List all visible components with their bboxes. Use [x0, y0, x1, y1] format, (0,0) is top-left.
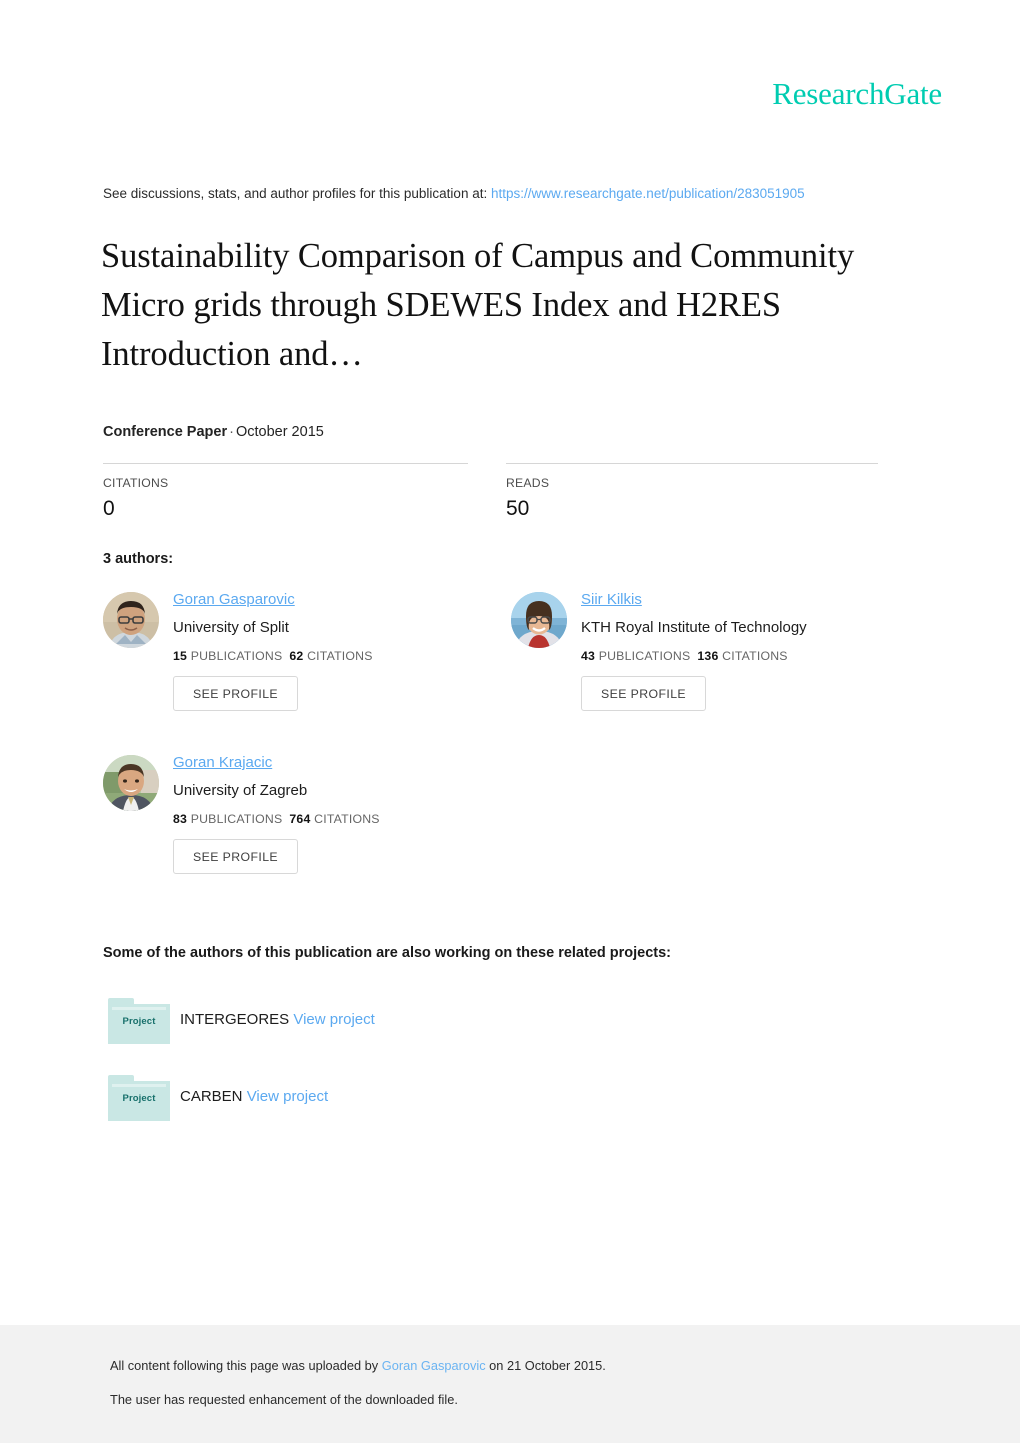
see-profile-button[interactable]: SEE PROFILE — [173, 839, 299, 875]
metric-reads: READS 50 — [506, 463, 878, 521]
footer-band — [0, 1325, 1020, 1443]
publications-label: PUBLICATIONS — [598, 649, 691, 663]
author-card: Goran Gasparovic University of Split 15 … — [103, 590, 503, 712]
author-affiliation: KTH Royal Institute of Technology — [581, 619, 807, 636]
avatar-photo-icon — [103, 755, 159, 811]
citations-label: CITATIONS — [307, 649, 373, 663]
author-name-link[interactable]: Goran Krajacic — [173, 754, 272, 771]
researchgate-cover-page: ResearchGate See discussions, stats, and… — [0, 0, 1020, 1443]
view-project-link[interactable]: View project — [247, 1088, 328, 1105]
author-card: Siir Kilkis KTH Royal Institute of Techn… — [511, 590, 911, 712]
author-citation-count: 62 — [289, 649, 304, 663]
author-affiliation: University of Split — [173, 619, 289, 636]
project-folder-icon: Project — [108, 1075, 170, 1121]
avatar — [103, 755, 159, 811]
metric-label: READS — [506, 476, 550, 490]
footer-upload-prefix: All content following this page was uplo… — [110, 1358, 379, 1373]
author-body: Goran Krajacic University of Zagreb 83 P… — [173, 753, 503, 875]
authors-heading: 3 authors: — [103, 551, 174, 567]
author-affiliation: University of Zagreb — [173, 782, 308, 799]
avatar — [103, 592, 159, 648]
project-name: INTERGEORES — [180, 1011, 290, 1028]
citations-label: CITATIONS — [722, 649, 788, 663]
citations-label: CITATIONS — [314, 812, 380, 826]
project-label: INTERGEORES View project — [180, 1011, 375, 1028]
author-citation-count: 764 — [289, 812, 311, 826]
author-publication-count: 15 — [173, 649, 188, 663]
metric-divider — [506, 463, 878, 464]
publications-label: PUBLICATIONS — [190, 812, 283, 826]
author-card: Goran Krajacic University of Zagreb 83 P… — [103, 753, 503, 875]
folder-strip-shape — [112, 1007, 166, 1010]
avatar-photo-icon — [511, 592, 567, 648]
publication-url-link[interactable]: https://www.researchgate.net/publication… — [491, 186, 805, 201]
folder-strip-shape — [112, 1084, 166, 1087]
related-projects-heading: Some of the authors of this publication … — [103, 945, 672, 961]
project-name: CARBEN — [180, 1088, 243, 1105]
metric-label: CITATIONS — [103, 476, 169, 490]
author-publication-count: 43 — [581, 649, 596, 663]
author-publication-count: 83 — [173, 812, 188, 826]
publication-separator: · — [229, 424, 234, 440]
project-folder-icon: Project — [108, 998, 170, 1044]
publication-type: Conference Paper — [103, 424, 228, 440]
author-body: Siir Kilkis KTH Royal Institute of Techn… — [581, 590, 911, 712]
author-stats: 43 PUBLICATIONS 136 CITATIONS — [581, 649, 911, 663]
avatar-photo-icon — [103, 592, 159, 648]
metric-value: 0 — [103, 497, 115, 520]
author-body: Goran Gasparovic University of Split 15 … — [173, 590, 503, 712]
metric-value: 50 — [506, 497, 530, 520]
footer-upload-line: All content following this page was uplo… — [110, 1358, 606, 1373]
footer-upload-suffix: on 21 October 2015. — [489, 1358, 606, 1373]
publications-label: PUBLICATIONS — [190, 649, 283, 663]
see-profile-button[interactable]: SEE PROFILE — [173, 676, 299, 712]
author-stats: 83 PUBLICATIONS 764 CITATIONS — [173, 812, 503, 826]
project-label: CARBEN View project — [180, 1088, 328, 1105]
author-citation-count: 136 — [697, 649, 719, 663]
researchgate-logo: ResearchGate — [772, 76, 942, 111]
page-title: Sustainability Comparison of Campus and … — [101, 237, 855, 373]
footer-enhancement-note: The user has requested enhancement of th… — [110, 1392, 458, 1407]
author-name-link[interactable]: Goran Gasparovic — [173, 591, 295, 608]
view-project-link[interactable]: View project — [293, 1011, 374, 1028]
publication-type-line: Conference Paper · October 2015 — [103, 424, 324, 440]
folder-icon-label: Project — [122, 1016, 156, 1027]
footer-uploader-link[interactable]: Goran Gasparovic — [382, 1358, 486, 1373]
author-name-link[interactable]: Siir Kilkis — [581, 591, 642, 608]
avatar — [511, 592, 567, 648]
publication-date: October 2015 — [235, 424, 324, 440]
see-profile-button[interactable]: SEE PROFILE — [581, 676, 707, 712]
metric-citations: CITATIONS 0 — [103, 463, 468, 521]
folder-icon-label: Project — [122, 1093, 156, 1104]
discussion-prefix-text: See discussions, stats, and author profi… — [103, 186, 488, 201]
discussion-line: See discussions, stats, and author profi… — [103, 186, 805, 201]
metric-divider — [103, 463, 468, 464]
author-stats: 15 PUBLICATIONS 62 CITATIONS — [173, 649, 503, 663]
